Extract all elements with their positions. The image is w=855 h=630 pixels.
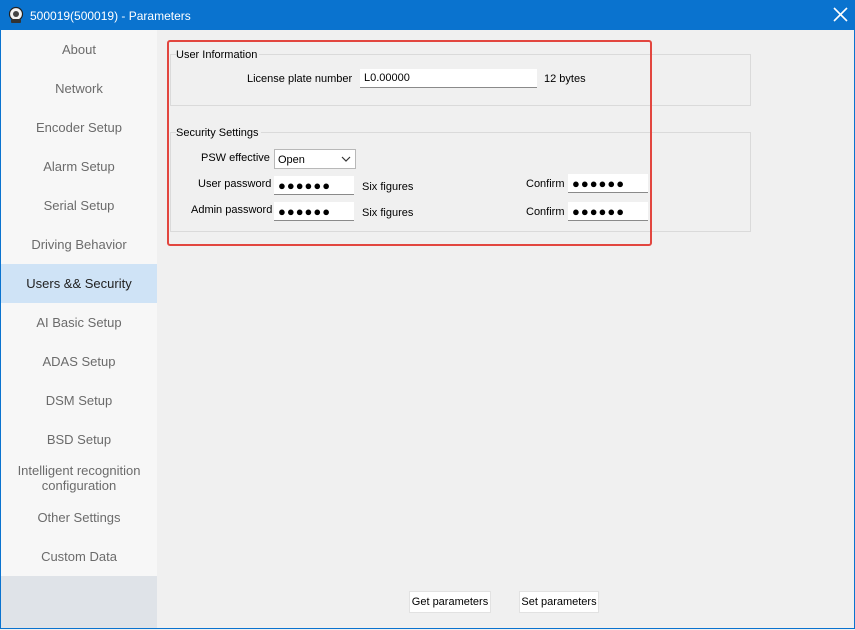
- sidebar: About Network Encoder Setup Alarm Setup …: [1, 30, 157, 628]
- title-bar: 500019(500019) - Parameters: [0, 0, 855, 30]
- sidebar-item-other-settings[interactable]: Other Settings: [1, 510, 157, 525]
- sidebar-item-network[interactable]: Network: [1, 81, 157, 96]
- sidebar-item-intelligent-recognition[interactable]: Intelligent recognition configuration: [1, 463, 157, 493]
- sidebar-item-dsm-setup[interactable]: DSM Setup: [1, 393, 157, 408]
- sidebar-item-driving-behavior[interactable]: Driving Behavior: [1, 237, 157, 252]
- window-title: 500019(500019) - Parameters: [30, 9, 191, 23]
- app-logo-icon: [8, 6, 24, 24]
- sidebar-item-bsd-setup[interactable]: BSD Setup: [1, 432, 157, 447]
- sidebar-item-label-line2: configuration: [41, 478, 117, 493]
- close-button[interactable]: [825, 0, 855, 30]
- sidebar-item-adas-setup[interactable]: ADAS Setup: [1, 354, 157, 369]
- set-parameters-button[interactable]: Set parameters: [519, 591, 599, 613]
- sidebar-item-users-security[interactable]: Users && Security: [1, 264, 157, 303]
- sidebar-item-ai-basic-setup[interactable]: AI Basic Setup: [1, 315, 157, 330]
- close-icon: [833, 7, 848, 22]
- sidebar-item-encoder-setup[interactable]: Encoder Setup: [1, 120, 157, 135]
- sidebar-list: About Network Encoder Setup Alarm Setup …: [1, 30, 157, 576]
- sidebar-item-alarm-setup[interactable]: Alarm Setup: [1, 159, 157, 174]
- sidebar-item-label-line1: Intelligent recognition: [17, 463, 141, 478]
- sidebar-item-custom-data[interactable]: Custom Data: [1, 549, 157, 564]
- sidebar-item-serial-setup[interactable]: Serial Setup: [1, 198, 157, 213]
- highlight-box: [167, 40, 652, 246]
- sidebar-item-about[interactable]: About: [1, 42, 157, 57]
- get-parameters-button[interactable]: Get parameters: [409, 591, 491, 613]
